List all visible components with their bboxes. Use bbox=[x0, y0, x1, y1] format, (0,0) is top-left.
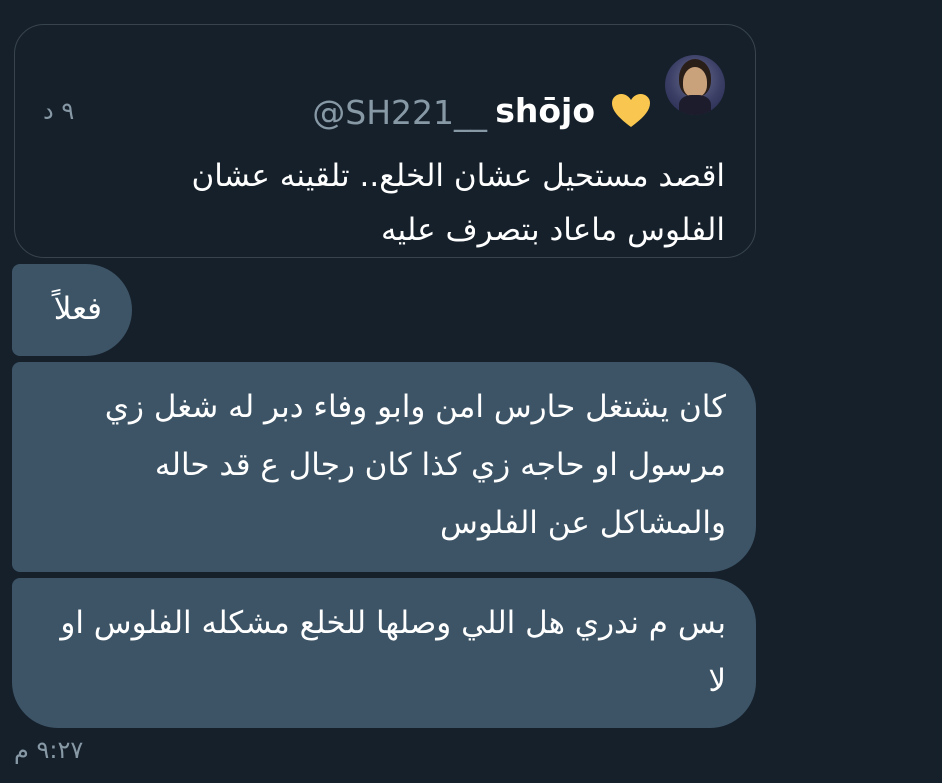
message-bubble[interactable]: فعلاً bbox=[12, 264, 132, 356]
display-name[interactable]: shōjo bbox=[495, 91, 595, 131]
user-handle[interactable]: @SH221__ bbox=[312, 93, 487, 133]
quoted-tweet-text: اقصد مستحيل عشان الخلع.. تلقينه عشان الف… bbox=[191, 158, 725, 248]
message-timestamp: ٩:٢٧ م bbox=[14, 736, 84, 764]
yellow-heart-icon bbox=[612, 94, 650, 127]
message-text: فعلاً bbox=[53, 291, 102, 327]
message-text: بس م ندري هل اللي وصلها للخلع مشكله الفل… bbox=[60, 605, 726, 699]
tweet-timestamp: ٩ د bbox=[43, 97, 75, 125]
message-text: كان يشتغل حارس امن وابو وفاء دبر له شغل … bbox=[104, 389, 726, 541]
message-bubble[interactable]: بس م ندري هل اللي وصلها للخلع مشكله الفل… bbox=[12, 578, 756, 728]
message-bubble[interactable]: كان يشتغل حارس امن وابو وفاء دبر له شغل … bbox=[12, 362, 756, 572]
quoted-tweet-card[interactable]: shōjo @SH221__ ٩ د اقصد مستحيل عشان الخل… bbox=[14, 24, 756, 258]
dm-conversation: shōjo @SH221__ ٩ د اقصد مستحيل عشان الخل… bbox=[0, 0, 942, 783]
avatar[interactable] bbox=[665, 55, 725, 115]
